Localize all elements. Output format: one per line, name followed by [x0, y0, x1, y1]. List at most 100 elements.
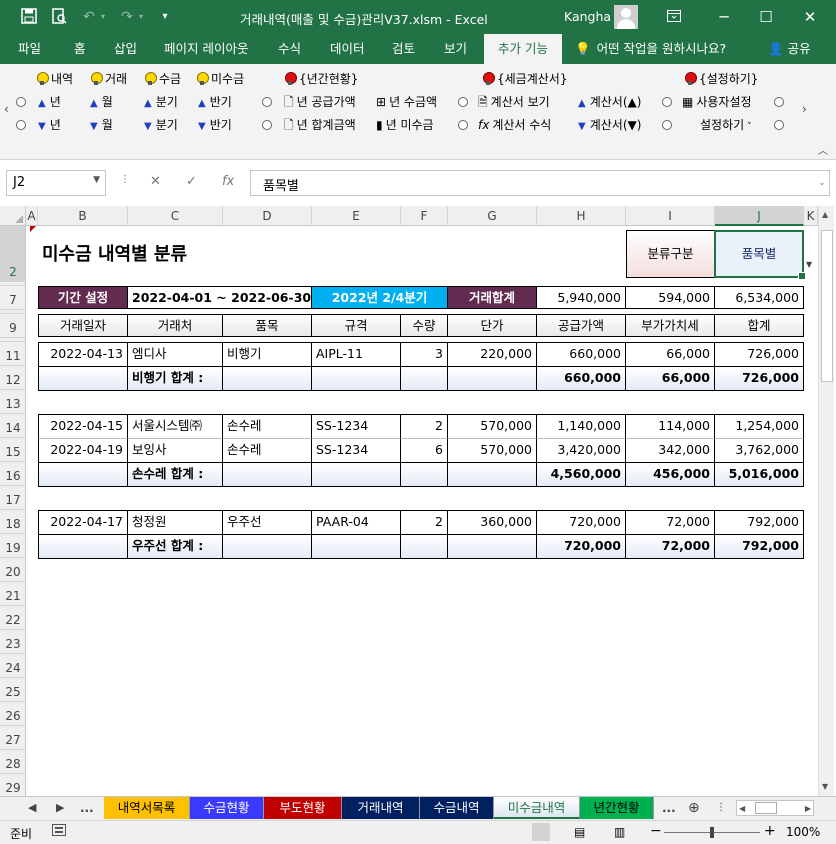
subtotal-sum[interactable]: 726,000: [714, 366, 804, 391]
table-cell-client[interactable]: 엠디사: [127, 342, 223, 367]
radio-option[interactable]: [662, 117, 672, 133]
redo-dropdown-icon[interactable]: ▾: [132, 8, 150, 26]
more-sheets-icon[interactable]: ...: [80, 797, 94, 819]
subtotal-empty-cell[interactable]: [400, 534, 448, 559]
row-header[interactable]: 9: [0, 314, 26, 338]
more-sheets-right-icon[interactable]: ...: [662, 797, 676, 819]
table-cell-spec[interactable]: AIPL-11: [311, 342, 401, 367]
sheet-tab[interactable]: 부도현황: [264, 797, 342, 819]
row-header[interactable]: 28: [0, 750, 26, 774]
row-header[interactable]: 15: [0, 438, 26, 462]
subtotal-vat[interactable]: 66,000: [625, 366, 715, 391]
row-header[interactable]: 27: [0, 726, 26, 750]
page-layout-view-icon[interactable]: ▤: [574, 825, 585, 839]
column-header[interactable]: E: [312, 206, 401, 226]
share-button[interactable]: 👤 공유: [768, 34, 811, 64]
invoice-up-button[interactable]: ▲ 계산서(▲): [578, 94, 641, 112]
table-cell-price[interactable]: 360,000: [447, 510, 537, 535]
row-header[interactable]: 7: [0, 286, 26, 310]
month-down-button[interactable]: ▼ 월: [90, 117, 113, 135]
subtotal-empty-cell[interactable]: [400, 366, 448, 391]
view-invoice-button[interactable]: 🗎 계산서 보기: [478, 94, 550, 110]
table-cell-client[interactable]: 서울시스템㈜: [127, 414, 223, 439]
half-down-button[interactable]: ▼ 반기: [198, 117, 232, 135]
page-break-view-icon[interactable]: ▥: [614, 825, 625, 839]
add-sheet-icon[interactable]: ⊕: [688, 797, 700, 819]
save-icon[interactable]: [20, 8, 38, 26]
next-sheet-icon[interactable]: ▶: [56, 797, 64, 819]
name-box[interactable]: J2 ▼: [6, 170, 106, 196]
table-cell-item[interactable]: 손수레: [222, 414, 312, 439]
subtotal-empty-cell[interactable]: [38, 366, 128, 391]
table-cell-sum[interactable]: 792,000: [714, 510, 804, 535]
sheet-tab[interactable]: 내역서목록: [104, 797, 190, 819]
expand-formula-icon[interactable]: ⌄: [818, 178, 826, 188]
row-header[interactable]: 2: [0, 226, 26, 282]
subtotal-empty-cell[interactable]: [38, 534, 128, 559]
radio-option[interactable]: [458, 117, 468, 133]
enter-icon[interactable]: ✓: [186, 174, 197, 189]
subtotal-label[interactable]: 손수레 합계 :: [127, 462, 223, 487]
quarter-up-button[interactable]: ▲ 분기: [144, 94, 178, 112]
table-cell-vat[interactable]: 114,000: [625, 414, 715, 439]
table-cell-spec[interactable]: SS-1234: [311, 438, 401, 463]
dropdown-arrow-icon[interactable]: ▼: [806, 260, 812, 269]
scroll-left-icon[interactable]: ‹: [4, 102, 9, 116]
invoice-down-button[interactable]: ▼ 계산서(▼): [578, 117, 641, 135]
ribbon-settings-title[interactable]: {설정하기}: [684, 71, 758, 87]
avatar[interactable]: [614, 5, 638, 29]
radio-option[interactable]: [16, 117, 26, 133]
column-header[interactable]: F: [401, 206, 448, 226]
table-cell-supply[interactable]: 720,000: [536, 510, 626, 535]
column-header[interactable]: C: [128, 206, 223, 226]
row-header[interactable]: 23: [0, 630, 26, 654]
subtotal-label[interactable]: 비행기 합계 :: [127, 366, 223, 391]
row-header[interactable]: 19: [0, 534, 26, 558]
scroll-left-icon[interactable]: ◀: [739, 801, 745, 817]
ribbon-display-options-icon[interactable]: [662, 6, 686, 28]
minimize-button[interactable]: ─: [712, 6, 736, 28]
subtotal-empty-cell[interactable]: [311, 366, 401, 391]
table-cell-supply[interactable]: 1,140,000: [536, 414, 626, 439]
worksheet-grid[interactable]: A B C D E F G H I J K 2 7 9 11 12 13 14 …: [0, 206, 836, 796]
tell-me-search[interactable]: 💡 어떤 작업을 원하시나요?: [575, 34, 726, 64]
annual-total-button[interactable]: 🗋 년 합계금액: [284, 117, 356, 133]
subtotal-empty-cell[interactable]: [311, 534, 401, 559]
row-header[interactable]: 18: [0, 510, 26, 534]
subtotal-empty-cell[interactable]: [447, 462, 537, 487]
ribbon-unpaid-button[interactable]: 미수금: [196, 71, 244, 87]
restore-button[interactable]: ☐: [754, 6, 778, 28]
ribbon-history-button[interactable]: 내역: [36, 71, 73, 87]
tab-file[interactable]: 파일: [10, 34, 49, 64]
table-cell-spec[interactable]: PAAR-04: [311, 510, 401, 535]
row-header[interactable]: 17: [0, 486, 26, 510]
quarter-down-button[interactable]: ▼ 분기: [144, 117, 178, 135]
table-cell-date[interactable]: 2022-04-17: [38, 510, 128, 535]
row-header[interactable]: 11: [0, 342, 26, 366]
scrollbar-thumb[interactable]: [821, 230, 833, 382]
scroll-right-icon[interactable]: ▶: [805, 801, 811, 817]
subtotal-vat[interactable]: 72,000: [625, 534, 715, 559]
column-header[interactable]: J: [715, 206, 804, 226]
sheet-tab[interactable]: 거래내역: [342, 797, 420, 819]
annual-supply-button[interactable]: 🗋 년 공급가액: [284, 94, 356, 110]
subtotal-supply[interactable]: 4,560,000: [536, 462, 626, 487]
radio-option[interactable]: [774, 94, 784, 110]
table-cell-client[interactable]: 보잉사: [127, 438, 223, 463]
row-header[interactable]: 20: [0, 558, 26, 582]
radio-option[interactable]: [774, 117, 784, 133]
prev-sheet-icon[interactable]: ◀: [28, 797, 36, 819]
customize-quick-access-icon[interactable]: ▾: [156, 8, 174, 26]
row-header[interactable]: 29: [0, 774, 26, 796]
zoom-slider-handle[interactable]: [710, 827, 714, 838]
chevron-down-icon[interactable]: ▼: [93, 175, 100, 185]
tab-insert[interactable]: 삽입: [106, 34, 145, 64]
subtotal-label[interactable]: 우주선 합계 :: [127, 534, 223, 559]
subtotal-supply[interactable]: 720,000: [536, 534, 626, 559]
row-header[interactable]: 24: [0, 654, 26, 678]
subtotal-sum[interactable]: 792,000: [714, 534, 804, 559]
table-cell-item[interactable]: 손수레: [222, 438, 312, 463]
row-header[interactable]: 22: [0, 606, 26, 630]
sheet-tab[interactable]: 미수금내역: [494, 797, 580, 819]
cancel-icon[interactable]: ✕: [150, 174, 161, 189]
